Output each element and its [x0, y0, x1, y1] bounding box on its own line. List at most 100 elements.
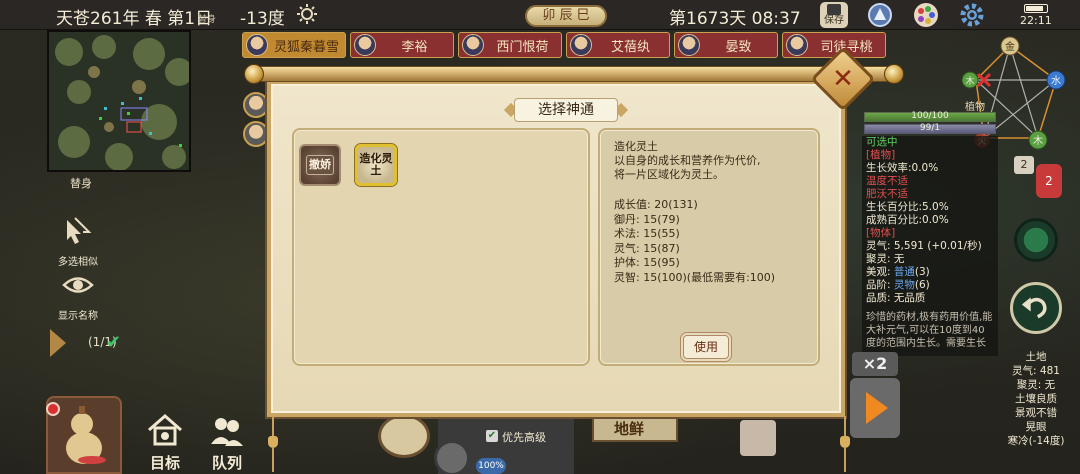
stat-lingqi: 灵气: 15(87) — [614, 241, 680, 255]
use-button[interactable]: 使用 — [683, 335, 729, 359]
stat-shufa: 术法: 15(55) — [614, 227, 680, 241]
show-names-label: 显示名称 — [58, 311, 98, 322]
skill-name: 造化灵土 — [359, 152, 393, 177]
character-name: 李裕 — [401, 39, 428, 55]
land-juling: 聚灵: 无 — [1016, 379, 1056, 391]
stat-growth: 成长值: 20(131) — [614, 198, 698, 211]
character-tabs: 灵狐秦暮雪 李裕 西门恨荷 艾蓓纨 晏致 司徒寻桃 — [240, 32, 900, 60]
land-glare: 晃眼 — [1025, 421, 1047, 433]
wuxing-top: 金 — [1005, 40, 1015, 53]
wuxing-left: 木 — [965, 75, 974, 87]
health-bar: 100/100 — [864, 111, 996, 122]
map-icon[interactable] — [866, 2, 894, 28]
character-avatar — [462, 34, 484, 56]
chat-badge[interactable]: 2 — [1036, 164, 1062, 198]
save-label: 保存 — [824, 15, 844, 26]
play-button[interactable] — [850, 378, 900, 438]
year-badge: 卯 辰 巳 — [525, 5, 607, 27]
priority-label: 优先高级 — [502, 431, 546, 444]
health-text: 100/100 — [911, 111, 949, 121]
multi-select-similar-button[interactable]: 多选相似 — [52, 214, 104, 268]
skill-desc-title: 造化灵土 — [614, 140, 658, 153]
team-icon — [211, 418, 243, 446]
character-tab[interactable]: 灵狐秦暮雪 — [242, 32, 346, 58]
land-info: 土地 灵气: 481 聚灵: 无 土壤良质 景观不错 晃眼 寒冷(-14度) — [996, 350, 1076, 448]
info-fert-bad: 肥沃不适 — [866, 188, 908, 200]
info-lingqi: 灵气: 5,591 (+0.01/秒) — [866, 240, 982, 252]
page-arrow-icon[interactable] — [50, 329, 66, 357]
target-button[interactable]: 目标 — [138, 412, 192, 473]
scroll-knob-right — [884, 64, 904, 84]
land-lingqi: 灵气: 481 — [1012, 365, 1060, 377]
character-avatar[interactable] — [243, 121, 269, 147]
hanging-bell-right — [840, 416, 850, 474]
temperature-text: -13度 — [240, 9, 285, 29]
skill-slot-undo[interactable]: 撤娇 — [299, 144, 341, 186]
character-tab[interactable]: 李裕 — [350, 32, 454, 58]
land-temp: 寒冷(-14度) — [1007, 435, 1065, 447]
info-selectable: 可选中 — [866, 136, 898, 148]
disk-icon — [827, 4, 841, 15]
percent-badge: 100% — [476, 458, 506, 474]
swirl-icon[interactable] — [1014, 218, 1058, 262]
multi-select-label: 多选相似 — [58, 257, 98, 268]
skill-requirements: 成长值: 20(131) 御丹: 15(79) 术法: 15(55) 灵气: 1… — [614, 198, 814, 286]
info-pinjie: 品阶: 灵物(6) — [866, 279, 930, 291]
character-name: 晏致 — [725, 39, 752, 55]
show-names-button[interactable]: 显示名称 — [52, 268, 104, 322]
target-label: 目标 — [149, 454, 180, 472]
count-badge[interactable]: 2 — [1014, 156, 1034, 174]
save-button[interactable]: 保存 — [820, 2, 848, 28]
info-category: [植物] — [866, 149, 896, 161]
skill-desc-line: 以自身的成长和营养作为代价, — [614, 154, 761, 167]
skill-desc-line: 将一片区域化为灵土。 — [614, 168, 724, 181]
hand-icon[interactable] — [740, 420, 776, 456]
team-button[interactable]: 队列 — [200, 412, 254, 473]
land-title: 土地 — [1025, 351, 1047, 363]
character-name: 西门恨荷 — [496, 39, 549, 55]
minimap-terrain — [49, 32, 189, 170]
undo-icon[interactable] — [1010, 282, 1062, 334]
mana-bar: 99/1 — [864, 123, 996, 134]
speed-button[interactable]: ×2 — [852, 352, 898, 376]
land-soil: 土壤良质 — [1015, 393, 1057, 405]
character-name: 艾蓓纨 — [610, 39, 650, 55]
character-tab[interactable]: 西门恨荷 — [458, 32, 562, 58]
close-icon: ✕ — [832, 64, 854, 94]
stat-lingzhi: 灵智: 15(100)(最低需要有:100) — [614, 270, 776, 284]
character-avatar — [354, 34, 376, 56]
info-temp-bad: 温度不适 — [866, 175, 908, 187]
date-sub: 替身 — [198, 15, 217, 25]
info-description: 珍惜的药材,极有药用价值,能大补元气,可以在10度到40度的范围内生长。需要生长 — [866, 312, 993, 349]
minimap-label: 替身 — [70, 177, 92, 190]
land-scenery: 景观不错 — [1015, 407, 1057, 419]
character-avatar — [786, 34, 808, 56]
dialog-title: 选择神通 — [514, 98, 618, 122]
info-props: [物体] — [866, 227, 896, 239]
settings-gear-icon[interactable] — [434, 440, 470, 474]
palette-icon[interactable] — [912, 2, 940, 28]
battery-icon — [1024, 4, 1048, 13]
minimap[interactable] — [47, 30, 191, 172]
paw-icon[interactable] — [378, 414, 430, 458]
gear-icon[interactable] — [958, 2, 986, 28]
scroll-knob-left — [244, 64, 264, 84]
character-name: 灵狐秦暮雪 — [273, 39, 339, 55]
terrain-select[interactable]: 地鲜 — [592, 416, 678, 442]
character-avatar[interactable] — [243, 92, 269, 118]
record-icon[interactable] — [46, 402, 60, 416]
team-label: 队列 — [211, 454, 242, 472]
character-tab[interactable]: 艾蓓纨 — [566, 32, 670, 58]
skill-slot-create-soil[interactable]: 造化灵土 — [355, 144, 397, 186]
hanging-bell-left — [268, 416, 278, 474]
object-info-panel: 可选中 [植物] 生长效率:0.0% 温度不适 肥沃不适 生长百分比:5.0% … — [862, 136, 998, 356]
character-tab[interactable]: 晏致 — [674, 32, 778, 58]
info-meiguan: 美观: 普通(3) — [866, 266, 930, 278]
sun-icon — [297, 4, 317, 24]
priority-checkbox[interactable]: ✔ — [486, 430, 498, 442]
info-growth-eff: 生长效率:0.0% — [866, 162, 939, 174]
info-juling: 聚灵: 无 — [866, 253, 905, 265]
home-target-icon — [148, 414, 182, 446]
date-text: 天苍261年 春 第1日 — [56, 9, 213, 29]
info-mature-pct: 成熟百分比:0.0% — [866, 214, 949, 226]
